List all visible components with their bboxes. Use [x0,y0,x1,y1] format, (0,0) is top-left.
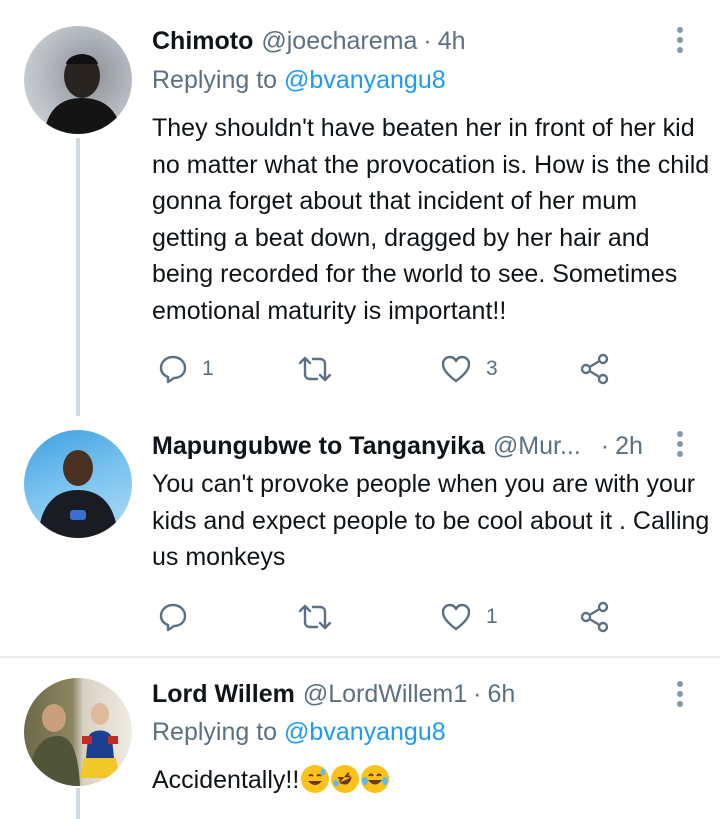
more-options-icon[interactable] [668,428,692,460]
tweet-header: Lord Willem @LordWillem1 · 6h [152,674,515,714]
replying-mention[interactable]: @bvanyangu8 [284,718,446,746]
share-button[interactable] [579,597,611,637]
action-bar: 1 3 [152,349,622,389]
avatar[interactable] [24,678,132,786]
reply-icon [159,603,187,632]
like-icon [441,603,471,631]
tweet-text: Accidentally!! [152,766,300,794]
separator-dot: · [473,679,482,708]
like-icon [441,355,471,383]
replying-mention[interactable]: @bvanyangu8 [284,66,446,94]
avatar-photo [44,54,122,134]
share-button[interactable] [579,349,611,389]
author-handle[interactable]: @joecharema [261,27,417,56]
reply-button[interactable] [158,597,202,637]
author-handle[interactable]: @Mur... [493,432,581,461]
avatar[interactable] [24,430,132,538]
avatar[interactable] [24,26,132,134]
tweet-lord-willem[interactable]: Lord Willem @LordWillem1 · 6h Replying t… [0,658,720,819]
tweet-text: They shouldn't have beaten her in front … [152,114,710,325]
tears-of-joy-emoji [361,765,390,793]
grinning-sweat-emoji [301,765,330,793]
more-options-icon[interactable] [668,678,692,710]
replying-to: Replying to @bvanyangu8 [152,66,446,95]
action-bar: 1 [152,597,622,637]
tweet-mapungubwe[interactable]: Mapungubwe to Tanganyika @Mur... · 2h Yo… [0,416,720,656]
tweet-text-row: Accidentally!! [152,760,712,799]
more-options-icon[interactable] [668,24,692,56]
like-count: 3 [486,357,498,380]
like-count: 1 [486,605,498,628]
avatar-photo [28,703,120,786]
like-button[interactable]: 3 [440,349,498,389]
tweet-text: You can't provoke people when you are wi… [152,470,710,571]
reply-icon [159,355,187,384]
replying-to: Replying to @bvanyangu8 [152,718,446,747]
author-handle[interactable]: @LordWillem1 [303,680,467,709]
timestamp[interactable]: 2h [615,432,643,461]
thread-line [76,788,80,819]
tweet-header: Chimoto @joecharema · 4h [152,21,466,61]
reply-count: 1 [202,357,214,380]
replying-prefix: Replying to [152,66,278,94]
share-icon [580,353,609,385]
like-button[interactable]: 1 [440,597,498,637]
separator-dot: · [600,431,610,460]
author-name[interactable]: Mapungubwe to Tanganyika [152,432,485,461]
timestamp[interactable]: 4h [438,27,466,56]
tweet-chimoto[interactable]: Chimoto @joecharema · 4h Replying to @bv… [0,0,720,416]
retweet-icon [298,356,332,382]
reply-button[interactable]: 1 [158,349,214,389]
rolling-laughing-emoji [326,760,364,798]
retweet-button[interactable] [298,349,346,389]
author-name[interactable]: Lord Willem [152,680,295,709]
author-name[interactable]: Chimoto [152,27,253,56]
thread-line [76,138,80,416]
replying-prefix: Replying to [152,718,278,746]
tweet-header: Mapungubwe to Tanganyika @Mur... · 2h [152,426,643,466]
timestamp[interactable]: 6h [487,680,515,709]
share-icon [580,601,609,633]
retweet-icon [298,604,332,630]
avatar-photo [38,450,118,538]
retweet-button[interactable] [298,597,346,637]
separator-dot: · [423,26,432,55]
